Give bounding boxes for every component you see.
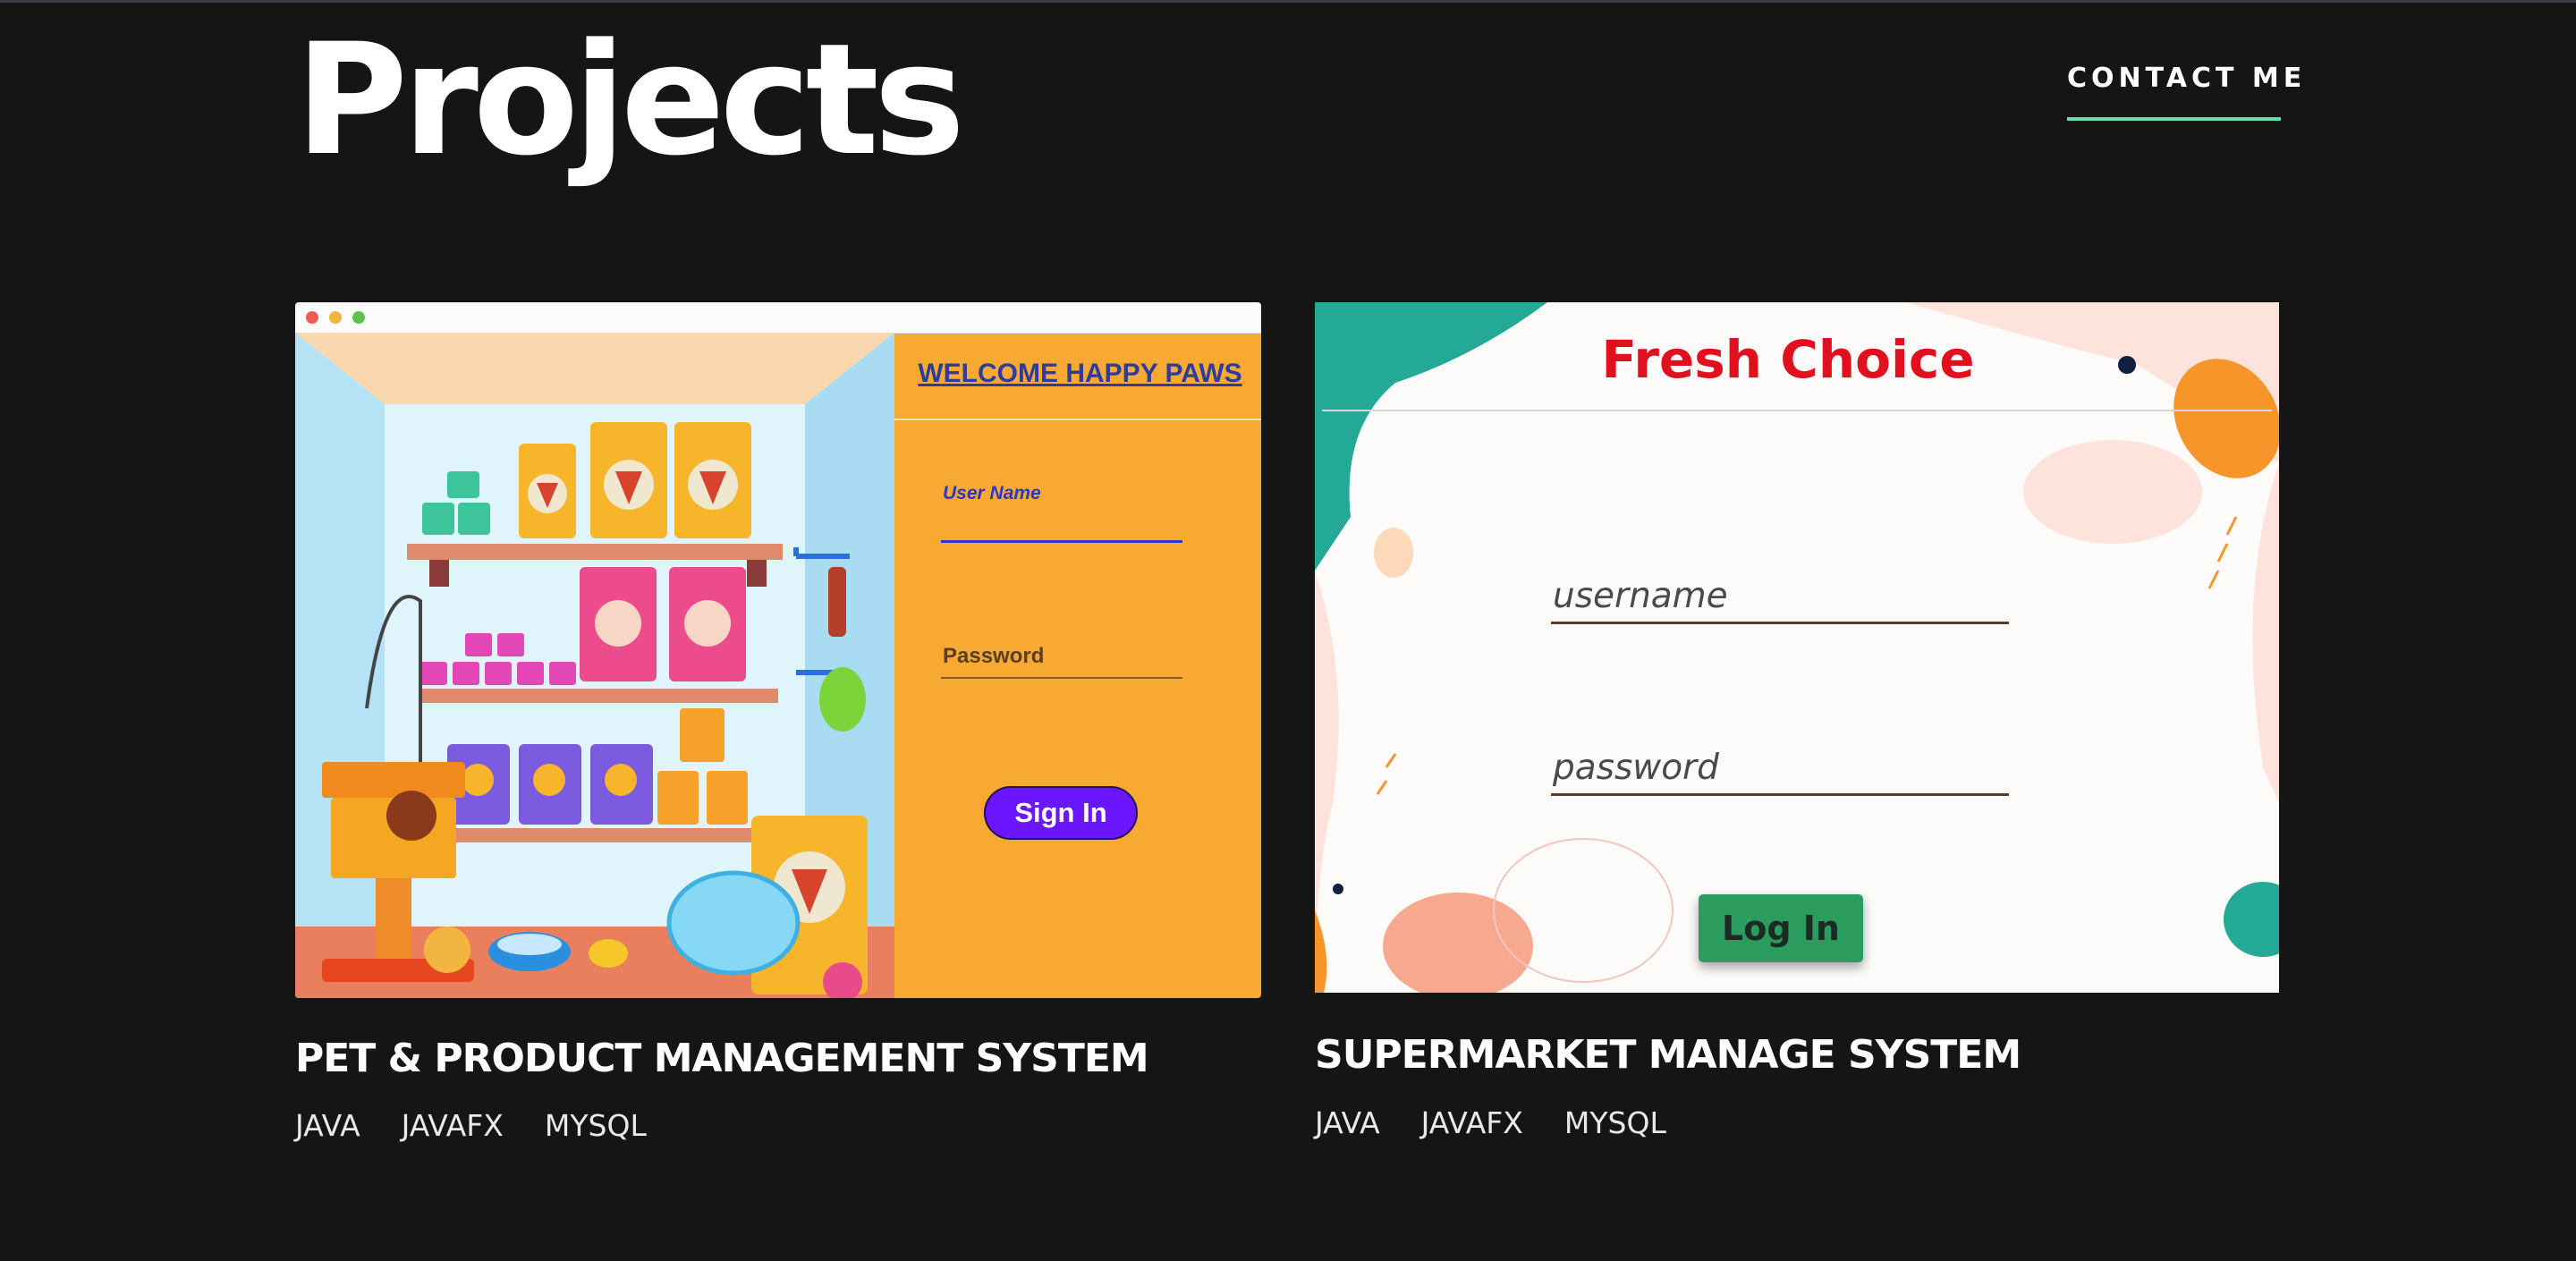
- minimize-dot-icon: [329, 311, 342, 324]
- heading-divider: [1322, 410, 2272, 411]
- password-underline: [941, 677, 1182, 679]
- password-label: Password: [943, 644, 1045, 668]
- tag-mysql: MYSQL: [544, 1108, 647, 1143]
- password-field: [1551, 742, 2009, 796]
- username-field: [1551, 571, 2009, 624]
- happy-paws-heading: WELCOME HAPPY PAWS: [918, 359, 1242, 388]
- tag-javafx: JAVAFX: [1420, 1105, 1523, 1140]
- username-label: User Name: [943, 483, 1041, 504]
- project-card-pet-management[interactable]: WELCOME HAPPY PAWS User Name Password Si…: [295, 302, 1261, 998]
- tag-mysql: MYSQL: [1563, 1105, 1666, 1140]
- project-title-supermarket[interactable]: SUPERMARKET MANAGE SYSTEM: [1315, 1032, 2021, 1078]
- maximize-dot-icon: [352, 311, 365, 324]
- tag-java: JAVA: [295, 1108, 360, 1143]
- sign-in-button: Sign In: [984, 786, 1138, 840]
- tag-java: JAVA: [1315, 1105, 1380, 1140]
- project-card-supermarket[interactable]: Fresh Choice Log In: [1315, 302, 2279, 993]
- heading-divider: [894, 419, 1261, 420]
- top-border: [0, 0, 2576, 3]
- project-tags-pet-management: JAVA JAVAFX MYSQL: [295, 1108, 647, 1143]
- contact-underline: [2067, 117, 2281, 121]
- fresh-choice-heading: Fresh Choice: [1601, 329, 1975, 390]
- log-in-button: Log In: [1699, 894, 1863, 962]
- close-dot-icon: [306, 311, 318, 324]
- page-title: Projects: [295, 10, 965, 190]
- abstract-blob-background: [1315, 302, 2279, 993]
- project-title-pet-management[interactable]: PET & PRODUCT MANAGEMENT SYSTEM: [295, 1036, 1149, 1081]
- project-tags-supermarket: JAVA JAVAFX MYSQL: [1315, 1105, 1666, 1140]
- contact-me-link[interactable]: CONTACT ME: [2067, 63, 2301, 94]
- tag-javafx: JAVAFX: [401, 1108, 504, 1143]
- username-underline: [941, 540, 1182, 543]
- window-chrome: [295, 302, 1261, 334]
- pet-store-illustration: [295, 333, 894, 998]
